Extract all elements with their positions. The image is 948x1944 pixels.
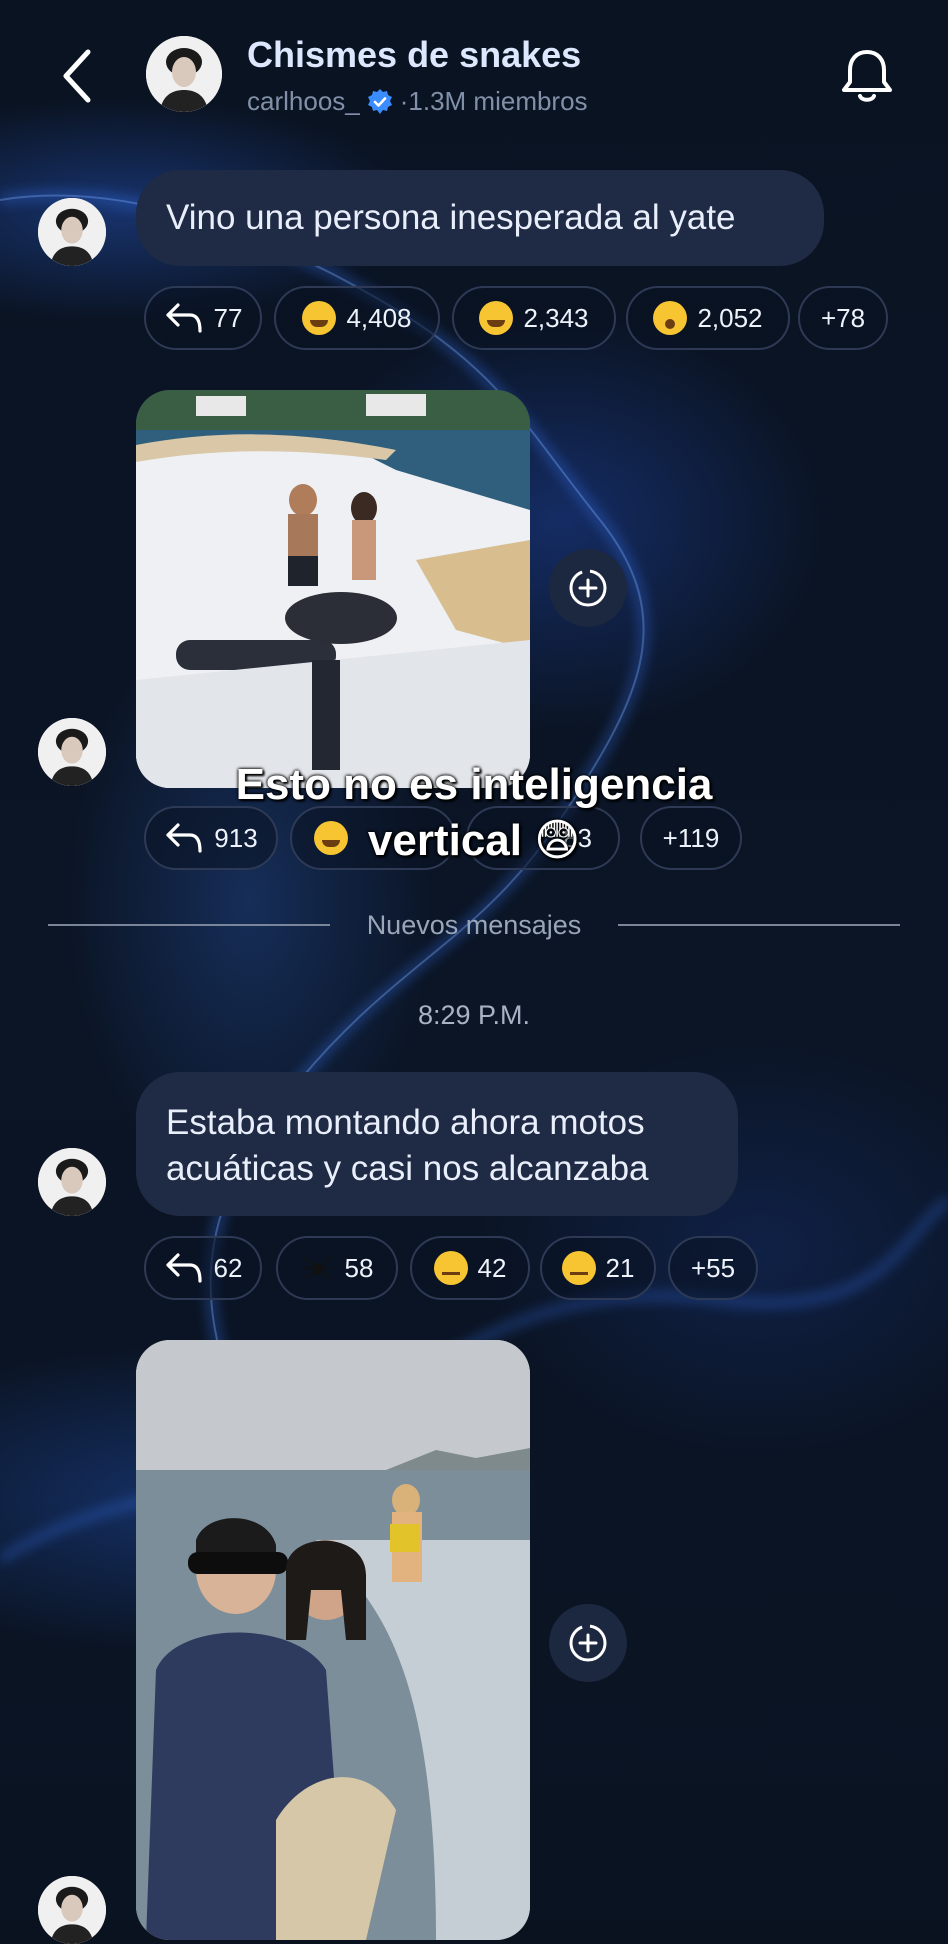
reply-arrow-icon — [165, 1253, 202, 1283]
reaction-count: 2,052 — [697, 302, 763, 333]
reply-count-button[interactable]: 77 — [144, 286, 262, 350]
message-text: Estaba montando ahora motos acuáticas y … — [166, 1103, 649, 1188]
divider-line — [618, 924, 900, 926]
message-text: Vino una persona inesperada al yate — [166, 198, 736, 237]
reaction-count: 21 — [605, 1252, 635, 1283]
reaction-count: 4,408 — [346, 302, 412, 333]
sender-avatar[interactable] — [38, 1148, 106, 1216]
share-button[interactable] — [549, 549, 627, 627]
share-button[interactable] — [549, 1604, 627, 1682]
reaction-chip[interactable]: 2,343 — [452, 286, 616, 350]
surprised-emoji-icon — [653, 301, 688, 335]
reaction-count: 2,343 — [523, 302, 589, 333]
reply-count-button[interactable]: 62 — [144, 1236, 262, 1300]
jetski-image — [136, 1340, 530, 1940]
timestamp: 8:29 P.M. — [417, 1000, 531, 1030]
channel-avatar[interactable] — [146, 36, 222, 112]
spider-emoji-icon — [303, 1256, 332, 1280]
raised-eyebrow-emoji-icon — [561, 1251, 596, 1285]
more-reactions-count: +55 — [690, 1252, 736, 1283]
channel-username: carlhoos_ — [247, 86, 360, 116]
person-avatar-icon — [38, 1148, 106, 1216]
message-bubble[interactable]: Vino una persona inesperada al yate — [136, 170, 824, 266]
reaction-chip[interactable]: 42 — [410, 1236, 530, 1300]
more-reactions-button[interactable]: +78 — [798, 286, 888, 350]
woozy-face-emoji-icon — [433, 1251, 468, 1285]
reply-count: 77 — [213, 302, 243, 333]
person-avatar-icon — [38, 1876, 106, 1944]
share-plus-icon — [569, 1624, 607, 1662]
sender-avatar[interactable] — [38, 1876, 106, 1944]
message-bubble[interactable]: Estaba montando ahora motos acuáticas y … — [136, 1072, 738, 1216]
reaction-count: 42 — [477, 1252, 507, 1283]
video-caption-overlay: Esto no es inteligencia vertical 😨 — [0, 757, 948, 869]
channel-title[interactable]: Chismes de snakes — [247, 34, 581, 76]
reaction-chip[interactable]: 2,052 — [626, 286, 790, 350]
yacht-image — [136, 390, 530, 788]
person-avatar-icon — [38, 198, 106, 266]
reaction-chip[interactable]: 4,408 — [274, 286, 440, 350]
new-messages-divider: Nuevos mensajes — [48, 910, 900, 940]
tears-of-joy-emoji-icon — [302, 301, 337, 335]
caption-line-1: Esto no es inteligencia — [235, 760, 713, 809]
share-plus-icon — [569, 569, 607, 607]
bell-icon[interactable] — [838, 46, 896, 106]
back-chevron-icon[interactable] — [58, 46, 98, 106]
jetski-photo[interactable] — [136, 1340, 530, 1940]
reply-arrow-icon — [165, 303, 202, 333]
caption-line-2: vertical 😨 — [367, 816, 581, 865]
chat-header: Chismes de snakes carlhoos_ ·1.3M miembr… — [0, 0, 948, 150]
member-count: ·1.3M miembros — [399, 86, 588, 116]
reaction-chip[interactable]: 58 — [276, 1236, 398, 1300]
reaction-count: 58 — [344, 1252, 374, 1283]
laughing-squint-emoji-icon — [479, 301, 514, 335]
reaction-chip[interactable]: 21 — [540, 1236, 656, 1300]
sender-avatar[interactable] — [38, 198, 106, 266]
person-avatar-icon — [146, 36, 222, 112]
verified-badge-icon — [367, 88, 392, 114]
more-reactions-count: +78 — [820, 302, 866, 333]
reply-count: 62 — [213, 1252, 243, 1283]
yacht-photo[interactable] — [136, 390, 530, 788]
more-reactions-button[interactable]: +55 — [668, 1236, 758, 1300]
channel-subtitle: carlhoos_ ·1.3M miembros — [247, 86, 588, 117]
